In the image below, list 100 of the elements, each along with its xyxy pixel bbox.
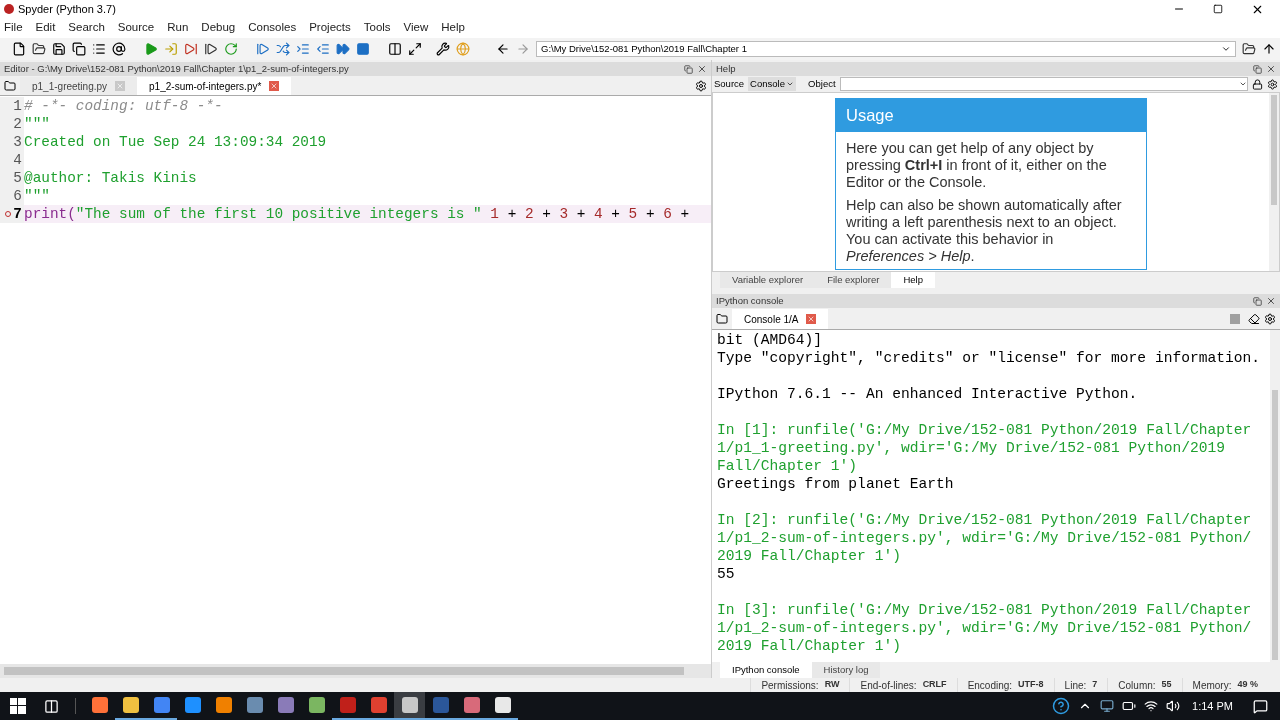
console-line: bit (AMD64)] bbox=[717, 331, 824, 349]
object-field[interactable] bbox=[839, 77, 1248, 91]
pane-title: IPython console bbox=[716, 293, 785, 308]
settings-icon[interactable] bbox=[1264, 313, 1276, 325]
step-return-icon[interactable] bbox=[316, 42, 330, 56]
maximize-icon[interactable] bbox=[1213, 4, 1223, 14]
lock-icon[interactable] bbox=[1252, 78, 1263, 90]
task-view-icon[interactable] bbox=[44, 698, 59, 714]
path-field[interactable]: G:\My Drive\152-081 Python\2019 Fall\Chapter 1 bbox=[536, 41, 1236, 57]
tab[interactable]: Console 1/A bbox=[732, 309, 829, 329]
line-number: 1 bbox=[13, 97, 22, 115]
menu-item[interactable]: Run bbox=[167, 19, 189, 37]
run-selection-icon[interactable] bbox=[204, 42, 218, 56]
tab[interactable]: File explorer bbox=[815, 272, 892, 288]
list-icon[interactable] bbox=[92, 42, 106, 56]
stop-icon[interactable] bbox=[356, 42, 370, 56]
rerun-icon[interactable] bbox=[224, 42, 238, 56]
open-folder-icon[interactable] bbox=[32, 42, 46, 56]
tab[interactable]: Help bbox=[891, 272, 935, 288]
console-line: Fall/Chapter 1') bbox=[717, 457, 859, 475]
eraser-icon[interactable] bbox=[1248, 313, 1260, 325]
status-label: Permissions: bbox=[761, 678, 819, 693]
tab[interactable]: Variable explorer bbox=[720, 272, 816, 288]
copy-icon[interactable] bbox=[72, 42, 86, 56]
console-line: In [1]: runfile('G:/My Drive/152-081 Python/2019 Fall/Chapter bbox=[717, 421, 1253, 439]
fullscreen-icon[interactable] bbox=[408, 42, 422, 56]
settings-icon[interactable] bbox=[1267, 78, 1278, 90]
tab[interactable]: IPython console bbox=[720, 662, 812, 678]
menu-item[interactable]: Edit bbox=[35, 19, 56, 37]
run-icon[interactable] bbox=[144, 42, 158, 56]
close-icon[interactable] bbox=[697, 64, 707, 74]
status-value: RW bbox=[824, 678, 840, 692]
volume-icon[interactable] bbox=[1166, 699, 1181, 713]
code-editor[interactable]: 1# -*- coding: utf-8 -*- 2""" 3 Created on Tue Sep 24 13:09:34 2019 4 5@author: Takis Kinis 6""" 7 print("The sum of the first 10 positive integers is " 1 + 2 + 3 + 4 + 5 + 6 + bbox=[0, 95, 711, 664]
tab[interactable]: p1_1-greeting.py bbox=[20, 77, 138, 95]
usage-title: Usage bbox=[836, 99, 1146, 132]
console-line: In [3]: runfile('G:/My Drive/152-081 Python/2019 Fall/Chapter bbox=[717, 601, 1253, 619]
menu-item[interactable]: Tools bbox=[363, 19, 391, 37]
vertical-scrollbar[interactable] bbox=[1270, 330, 1280, 662]
monitor-icon[interactable] bbox=[1100, 699, 1115, 713]
menu-item[interactable]: Debug bbox=[201, 19, 236, 37]
wrench-icon[interactable] bbox=[436, 42, 450, 56]
menu-item[interactable]: View bbox=[403, 19, 429, 37]
battery-icon[interactable] bbox=[1122, 699, 1137, 713]
undock-icon[interactable] bbox=[1253, 64, 1262, 74]
code-text: # -*- coding: utf-8 -*- bbox=[24, 97, 223, 115]
taskbar-app[interactable] bbox=[394, 692, 425, 720]
maximize-pane-icon[interactable] bbox=[388, 42, 402, 56]
console-line: In [2]: runfile('G:/My Drive/152-081 Python/2019 Fall/Chapter bbox=[717, 511, 1253, 529]
undock-icon[interactable] bbox=[684, 64, 693, 74]
vertical-scrollbar[interactable] bbox=[1269, 93, 1279, 271]
horizontal-scrollbar[interactable] bbox=[0, 664, 711, 678]
source-dropdown[interactable]: Console bbox=[748, 77, 797, 91]
save-icon[interactable] bbox=[52, 42, 66, 56]
parent-directory-icon[interactable] bbox=[1262, 42, 1276, 56]
menu-item[interactable]: Source bbox=[117, 19, 155, 37]
console-line: 2019 Fall/Chapter 1') bbox=[717, 637, 902, 655]
wifi-icon[interactable] bbox=[1144, 699, 1159, 713]
line-number: 4 bbox=[13, 151, 22, 169]
tab[interactable]: History log bbox=[811, 662, 881, 678]
back-icon[interactable] bbox=[496, 42, 510, 56]
continue-icon[interactable] bbox=[336, 42, 350, 56]
close-icon[interactable] bbox=[1266, 64, 1276, 74]
menu-item[interactable]: Consoles bbox=[248, 19, 297, 37]
run-cell-advance-icon[interactable] bbox=[184, 42, 198, 56]
browse-tabs-icon[interactable] bbox=[716, 313, 728, 325]
pane-title: Editor - G:\My Drive\152-081 Python\2019 Fall\Chapter 1\p1_2-sum-of-integers.py bbox=[4, 61, 350, 76]
console-line: Type "copyright", "credits" or "license" for more information. bbox=[717, 349, 1261, 367]
open-folder-icon[interactable] bbox=[1242, 42, 1256, 56]
step-icon[interactable] bbox=[276, 42, 290, 56]
start-icon[interactable] bbox=[10, 698, 26, 714]
code-text: Created on Tue Sep 24 13:09:34 2019 bbox=[24, 133, 327, 151]
status-label: End-of-lines: bbox=[860, 678, 917, 693]
run-cell-icon[interactable] bbox=[164, 42, 178, 56]
line-number: 2 bbox=[13, 115, 22, 133]
help-paragraph: Help can also be shown automatically after writing a left parenthesis next to an object. You can activate this behavior in Preferences > Help. bbox=[846, 197, 1123, 265]
status-value: 49 % bbox=[1237, 678, 1258, 692]
menu-item[interactable]: Projects bbox=[309, 19, 351, 37]
tab[interactable]: p1_2-sum-of-integers.py* bbox=[137, 77, 292, 95]
menu-item[interactable]: File bbox=[4, 19, 23, 37]
console-line: 1/p1_2-sum-of-integers.py', wdir='G:/My Drive/152-081 Python/ bbox=[717, 529, 1253, 547]
object-label: Object bbox=[808, 76, 836, 91]
menu-item[interactable]: Help bbox=[441, 19, 465, 37]
line-number: 5 bbox=[13, 169, 22, 187]
console-line: 1/p1_1-greeting.py', wdir='G:/My Drive/152-081 Python/2019 bbox=[717, 439, 1226, 457]
close-icon[interactable] bbox=[1266, 296, 1276, 306]
pane-title: Help bbox=[716, 61, 737, 76]
step-into-icon[interactable] bbox=[296, 42, 310, 56]
clock[interactable]: 1:14 PM bbox=[1192, 697, 1233, 715]
notifications-icon[interactable] bbox=[1253, 698, 1268, 714]
debug-icon[interactable] bbox=[256, 42, 270, 56]
help-paragraph: Here you can get help of any object by pressing Ctrl+I in front of it, either on the Editor or the Console. bbox=[846, 140, 1108, 191]
new-file-icon[interactable] bbox=[12, 42, 26, 56]
code-text: print("The sum of the first 10 positive integers is " 1 + 2 + 3 + 4 + 5 + 6 + bbox=[24, 205, 690, 223]
browse-tabs-icon[interactable] bbox=[4, 80, 16, 92]
settings-icon[interactable] bbox=[695, 80, 707, 92]
menu-item[interactable]: Search bbox=[68, 19, 105, 37]
at-sign-icon[interactable] bbox=[112, 42, 126, 56]
help-icon[interactable] bbox=[1052, 697, 1071, 715]
undock-icon[interactable] bbox=[1253, 296, 1262, 306]
